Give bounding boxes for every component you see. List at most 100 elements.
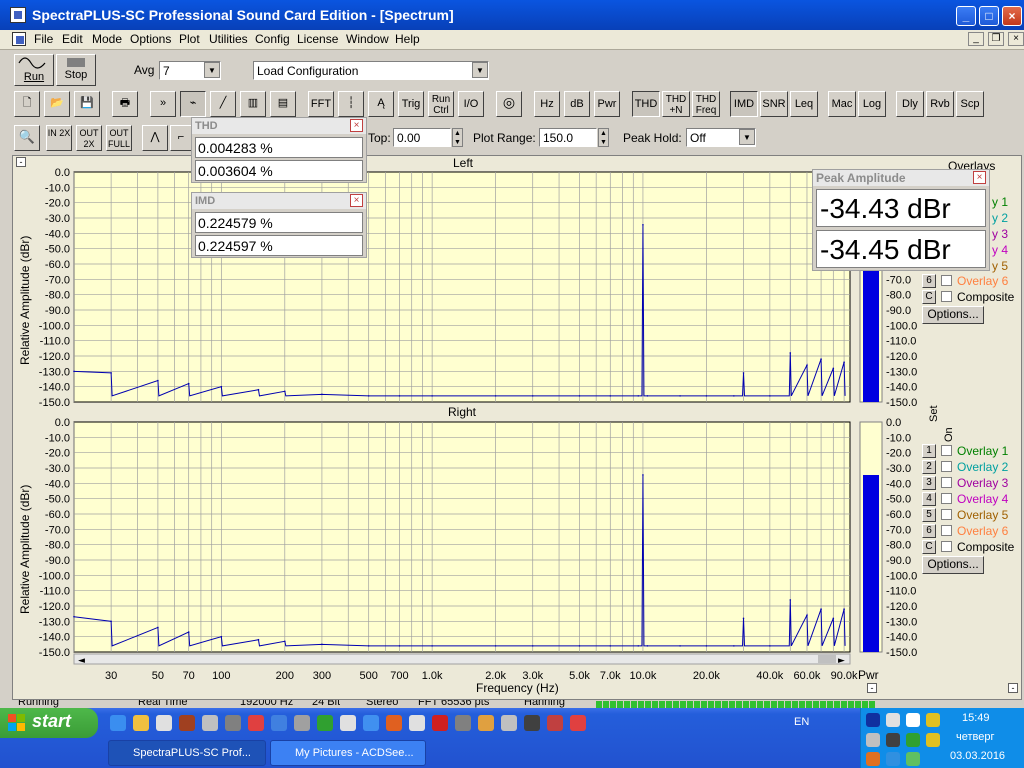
overlay-set-button[interactable]: 6	[922, 274, 936, 288]
quick-launch-icon[interactable]	[478, 715, 494, 731]
data-point	[257, 638, 260, 641]
imd-close-icon[interactable]: ×	[350, 194, 363, 207]
upper-options-button[interactable]: Options...	[922, 306, 984, 324]
overlay-on-checkbox[interactable]	[941, 477, 952, 488]
right-y-ticks: 0.0 -10.0 -20.0 -30.0 -40.0 -50.0 -60.0 -70.0 -8…	[39, 417, 70, 659]
quick-launch-icon[interactable]	[363, 715, 379, 731]
meter-tick-label: -100.0	[886, 570, 917, 582]
quick-launch-icon[interactable]	[110, 715, 126, 731]
right-plot-area[interactable]	[73, 421, 851, 653]
tray-icon[interactable]	[906, 752, 920, 766]
tray-icon[interactable]	[886, 752, 900, 766]
y-tick-label: -80.0	[45, 540, 70, 552]
quick-launch-icon[interactable]	[225, 715, 241, 731]
meter-tick-label: -70.0	[886, 524, 911, 536]
tray-icon[interactable]	[926, 733, 940, 747]
quick-launch-icon[interactable]	[179, 715, 195, 731]
x-tick-label: 90.0k	[831, 670, 858, 682]
data-point	[187, 631, 190, 633]
thd-window-title[interactable]: THD	[192, 118, 366, 134]
quick-launch-icon[interactable]	[432, 715, 448, 731]
overlay-label: Overlay 4	[957, 492, 1009, 506]
y-tick-label: -70.0	[45, 524, 70, 536]
overlay-set-button[interactable]: 5	[922, 508, 936, 522]
quick-launch-icon[interactable]	[340, 715, 356, 731]
thd-close-icon[interactable]: ×	[350, 119, 363, 132]
tray-icon[interactable]	[926, 713, 940, 727]
overlay-set-button[interactable]: C	[922, 290, 936, 304]
overlay-set-button[interactable]: 4	[922, 492, 936, 506]
overlay-on-checkbox[interactable]	[941, 291, 952, 302]
data-point	[578, 395, 581, 397]
peak-window-title[interactable]: Peak Amplitude	[813, 170, 989, 186]
taskbar-item-acdsee[interactable]: My Pictures - ACDSee...	[270, 740, 426, 766]
peak-close-icon[interactable]: ×	[973, 171, 986, 184]
overlay-on-checkbox[interactable]	[941, 541, 952, 552]
overlay-on-checkbox[interactable]	[941, 525, 952, 536]
y-tick-label: -10.0	[45, 182, 70, 194]
quick-launch-icon[interactable]	[570, 715, 586, 731]
imd-window[interactable]: IMD × 0.224579 % 0.224597 %	[191, 192, 367, 258]
meter-collapse-icon[interactable]: -	[867, 683, 877, 693]
start-button[interactable]: start	[0, 708, 98, 738]
quick-launch-icon[interactable]	[524, 715, 540, 731]
thd-window[interactable]: THD × 0.004283 % 0.003604 %	[191, 117, 367, 183]
quick-launch-icon[interactable]	[501, 715, 517, 731]
quick-launch-icon[interactable]	[294, 715, 310, 731]
peak-amplitude-window[interactable]: Peak Amplitude × -34.43 dBr -34.45 dBr	[812, 169, 990, 271]
quick-launch-icon[interactable]	[271, 715, 287, 731]
tray-icon[interactable]	[906, 713, 920, 727]
plot-scrollbar[interactable]	[73, 653, 851, 665]
quick-launch-icon[interactable]	[156, 715, 172, 731]
data-point	[157, 626, 159, 629]
data-point	[843, 361, 845, 363]
tray-icon[interactable]	[886, 713, 900, 727]
overlay-set-button[interactable]: 2	[922, 460, 936, 474]
overlay-on-checkbox[interactable]	[941, 445, 952, 456]
data-point	[110, 620, 112, 623]
overlay-set-button[interactable]: 3	[922, 476, 936, 490]
tray-icon[interactable]	[866, 733, 880, 747]
tray-icon[interactable]	[886, 733, 900, 747]
quick-launch-icon[interactable]	[317, 715, 333, 731]
scrollbar-thumb[interactable]	[818, 655, 836, 663]
overlay-on-checkbox[interactable]	[941, 509, 952, 520]
overlay-set-button[interactable]: C	[922, 540, 936, 554]
tray-icon[interactable]	[866, 752, 880, 766]
meter-tick-label: 0.0	[886, 417, 901, 429]
x-tick-label: 700	[390, 670, 408, 682]
y-tick-label: -50.0	[45, 244, 70, 256]
x-tick-label: 1.0k	[422, 670, 443, 682]
overlay-set-button[interactable]: 6	[922, 524, 936, 538]
quick-launch-icon[interactable]	[133, 715, 149, 731]
imd-window-title[interactable]: IMD	[192, 193, 366, 209]
clock-time[interactable]: 15:49	[962, 712, 990, 724]
overlay-set-button[interactable]: 1	[922, 444, 936, 458]
quick-launch-icon[interactable]	[455, 715, 471, 731]
overlay-2-partial: y 2	[992, 211, 1009, 225]
overlay-on-checkbox[interactable]	[941, 461, 952, 472]
data-point	[283, 390, 286, 393]
quick-launch-icon[interactable]	[409, 715, 425, 731]
language-indicator[interactable]: EN	[794, 716, 809, 728]
quick-launch-icon[interactable]	[248, 715, 264, 731]
overlay-on-checkbox[interactable]	[941, 493, 952, 504]
scroll-left-icon[interactable]: ◄	[78, 656, 85, 666]
quick-launch-icon[interactable]	[202, 715, 218, 731]
scroll-right-icon[interactable]: ►	[838, 656, 845, 666]
panel-collapse-icon[interactable]: -	[1008, 683, 1018, 693]
lower-options-button[interactable]: Options...	[922, 556, 984, 574]
tray-icon[interactable]	[906, 733, 920, 747]
meter-tick-label: -40.0	[886, 478, 911, 490]
meter-tick-label: -130.0	[886, 616, 917, 628]
meter-tick-label: -20.0	[886, 448, 911, 460]
tray-icon[interactable]	[866, 713, 880, 727]
x-tick-label: 20.0k	[693, 670, 720, 682]
overlay-on-checkbox[interactable]	[941, 275, 952, 286]
taskbar-item-spectraplus[interactable]: SpectraPLUS-SC Prof...	[108, 740, 266, 766]
quick-launch-icon[interactable]	[547, 715, 563, 731]
x-tick-label: 50	[152, 670, 164, 682]
thd-value-left: 0.004283 %	[195, 137, 363, 158]
peak-value-left: -34.43 dBr	[816, 189, 986, 227]
quick-launch-icon[interactable]	[386, 715, 402, 731]
